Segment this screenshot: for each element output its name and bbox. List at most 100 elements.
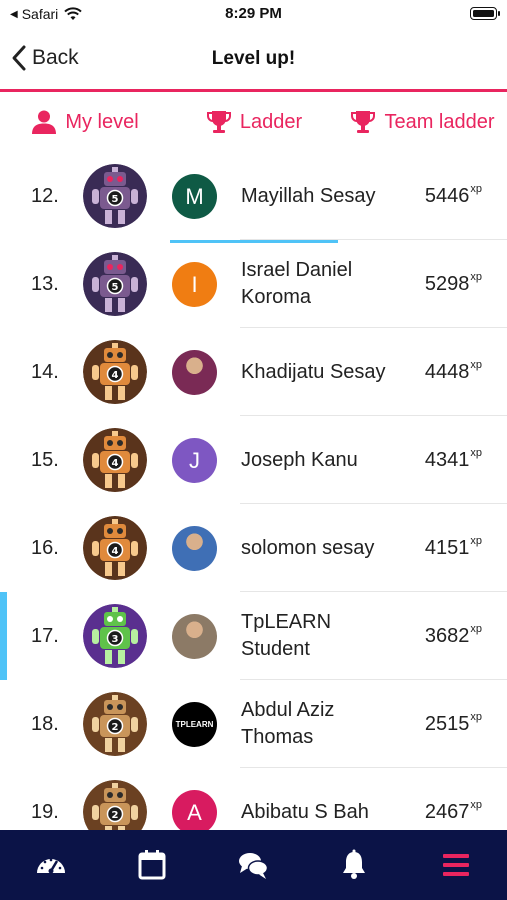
ladder-user-name: TpLEARN Student (241, 611, 332, 660)
robot-level-number: 5 (112, 194, 119, 205)
xp-value: 4448 (424, 360, 470, 383)
xp-unit: xp (470, 711, 482, 723)
avatar-logo: TPLEARN (175, 720, 214, 729)
ladder-xp: 5446 xp (425, 152, 482, 240)
ladder-xp: 3682 xp (425, 592, 482, 680)
ladder-tabs: My level Ladder Team ladder (0, 92, 507, 243)
tab-calendar[interactable] (101, 830, 202, 900)
level-badge: 4 (83, 340, 147, 404)
ladder-user-name: solomon sesay (241, 536, 375, 559)
level-badge: 2 (83, 780, 147, 832)
tab-ladder-label: Ladder (239, 110, 303, 133)
ladder-user-name: Joseph Kanu (241, 448, 358, 471)
tab-team-ladder-label: Team ladder (384, 110, 495, 133)
bell-icon (342, 849, 365, 879)
robot-badge-icon: 3 (83, 604, 147, 668)
ladder-rank: 18. (31, 713, 59, 735)
tab-ladder[interactable]: Ladder (170, 92, 338, 152)
xp-value: 5446 (424, 184, 470, 207)
user-avatar[interactable]: M (172, 174, 217, 219)
xp-unit: xp (470, 183, 482, 195)
ladder-row[interactable]: 16. 4 solomon sesay 4151 xp (0, 504, 507, 592)
status-time: 8:29 PM (225, 5, 282, 22)
level-badge: 4 (83, 428, 147, 492)
ladder-user-name: Israel Daniel Koroma (241, 259, 353, 308)
user-photo-avatar[interactable] (172, 526, 217, 571)
robot-badge-icon: 4 (83, 428, 147, 492)
xp-unit: xp (470, 447, 482, 459)
level-badge: 3 (83, 604, 147, 668)
ladder-xp: 5298 xp (425, 240, 482, 328)
person-icon (32, 110, 57, 134)
tab-notifications[interactable] (303, 830, 404, 900)
page-title: Level up! (211, 48, 296, 69)
ladder-row[interactable]: 15. 4 J Joseph Kanu 4341 xp (0, 416, 507, 504)
ladder-xp: 2467 xp (425, 768, 482, 832)
xp-unit: xp (470, 271, 482, 283)
user-photo-avatar[interactable] (172, 614, 217, 659)
ladder-row[interactable]: 13. 5 I Israel Daniel Koroma 5298 xp (0, 240, 507, 328)
robot-badge-icon: 4 (83, 340, 147, 404)
ladder-rank: 14. (31, 361, 59, 383)
ladder-list[interactable]: 12. 5 M Mayillah Sesay 5446 xp 13. 5 I Israel Dan… (0, 152, 507, 832)
ladder-xp: 4341 xp (425, 416, 482, 504)
xp-unit: xp (470, 535, 482, 547)
robot-badge-icon: 2 (83, 692, 147, 756)
trophy-icon (206, 111, 231, 133)
level-badge: 5 (83, 164, 147, 228)
xp-unit: xp (470, 799, 482, 811)
avatar-initial: J (189, 447, 200, 473)
ladder-user-name: Mayillah Sesay (241, 184, 376, 207)
calendar-icon (138, 850, 165, 880)
ladder-rank: 16. (31, 537, 59, 559)
robot-level-number: 5 (112, 282, 119, 293)
ladder-xp: 4151 xp (425, 504, 482, 592)
user-avatar[interactable]: J (172, 438, 217, 483)
current-user-marker (0, 592, 7, 680)
robot-badge-icon: 5 (83, 164, 147, 228)
tab-my-level[interactable]: My level (0, 92, 170, 152)
robot-level-number: 4 (112, 458, 119, 469)
tab-team-ladder[interactable]: Team ladder (338, 92, 507, 152)
chat-bubbles-icon (238, 853, 268, 879)
ladder-xp: 4448 xp (425, 328, 482, 416)
avatar-initial: A (187, 799, 202, 825)
level-badge: 5 (83, 252, 147, 316)
robot-badge-icon: 2 (83, 780, 147, 832)
avatar-initial: I (191, 271, 198, 297)
robot-level-number: 4 (112, 546, 119, 557)
ladder-user-name: Abdul Aziz Thomas (241, 699, 335, 748)
robot-level-number: 2 (112, 722, 119, 733)
xp-value: 4341 (424, 448, 470, 471)
robot-level-number: 4 (112, 370, 119, 381)
level-badge: 4 (83, 516, 147, 580)
user-photo-avatar[interactable] (172, 350, 217, 395)
xp-value: 2467 (424, 800, 470, 823)
robot-badge-icon: 4 (83, 516, 147, 580)
tab-messages[interactable] (202, 830, 303, 900)
tab-dashboard[interactable] (0, 830, 101, 900)
user-avatar[interactable]: I (172, 262, 217, 307)
tab-menu[interactable] (404, 830, 507, 900)
status-bar: ◀ Safari 8:29 PM (0, 0, 507, 28)
tab-my-level-label: My level (65, 110, 139, 133)
menu-icon (442, 854, 469, 876)
ladder-row[interactable]: 14. 4 Khadijatu Sesay 4448 xp (0, 328, 507, 416)
ladder-user-name: Abibatu S Bah (241, 800, 369, 823)
ladder-row[interactable]: 18. 2 TPLEARN Abdul Aziz Thomas 2515 xp (0, 680, 507, 768)
ladder-row[interactable]: 12. 5 M Mayillah Sesay 5446 xp (0, 152, 507, 240)
user-avatar[interactable]: TPLEARN (172, 702, 217, 747)
xp-unit: xp (470, 359, 482, 371)
ladder-xp: 2515 xp (425, 680, 482, 768)
ladder-row[interactable]: 19. 2 A Abibatu S Bah 2467 xp (0, 768, 507, 832)
xp-value: 5298 (424, 272, 470, 295)
ladder-row-current-user[interactable]: 17. 3 TpLEARN Student 3682 xp (0, 592, 507, 680)
xp-value: 3682 (424, 624, 470, 647)
ladder-rank: 12. (31, 185, 59, 207)
ladder-rank: 17. (31, 625, 59, 647)
level-badge: 2 (83, 692, 147, 756)
navigation-bar: Back Level up! (0, 28, 507, 90)
xp-value: 4151 (424, 536, 470, 559)
dashboard-gauge-icon (36, 858, 65, 874)
user-avatar[interactable]: A (172, 790, 217, 832)
